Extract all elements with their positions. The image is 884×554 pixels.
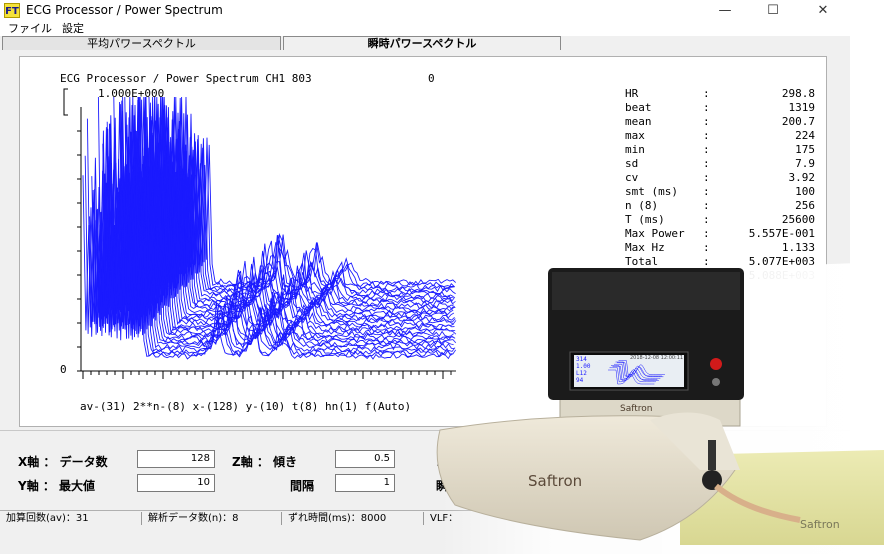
x-axis-label: X軸 ： データ数 [18,455,108,469]
plot-header-value: 0 [428,72,435,85]
stats-colon: : [703,241,710,254]
cut-label-1: 1ペ [436,455,457,469]
stats-value: 256 [795,199,815,212]
device-screen-readout: 314 1.00 L12 94 [576,356,591,384]
spectrum-plot-area: ECG Processor / Power Spectrum CH1 803 0… [19,56,827,427]
spectrum-waves [82,96,457,360]
app-icon: FT [4,3,20,18]
stats-label: 0.02-0.20 [625,269,685,282]
stats-row: Total: 5.077E+003 [625,255,815,269]
stats-row: Max Hz: 1.133 [625,241,815,255]
stats-label: max [625,129,645,142]
stats-row: T (ms): 25600 [625,213,815,227]
title-bar: FT ECG Processor / Power Spectrum — ☐ ✕ [0,0,850,22]
status-vlf: VLF： [430,513,459,524]
stats-value: 175 [795,143,815,156]
stats-colon: : [703,87,710,100]
z-axis-label: Z軸 ： 傾き [232,455,298,469]
y-zero-label: 0 [60,363,67,376]
device-brand-label: Saftron [620,404,653,414]
stats-label: cv [625,171,639,184]
stats-row: beat: 1319 [625,101,815,115]
stats-colon: : [703,213,710,226]
stats-value: 25600 [781,213,815,226]
status-bar: 加算回数(av)：31 解析データ数(n)：8 ずれ時間(ms)：8000 VL… [0,510,850,526]
cut-label-2: 瞬 [436,479,449,493]
control-panel: X軸 ： データ数 128 Y軸 ： 最大値 10 Z軸 ： 傾き 0.5 間隔… [0,430,850,511]
x-axis-data-count-input[interactable]: 128 [137,450,215,468]
plot-scale-label: 1.000E+000 [98,87,165,100]
stats-colon: : [703,101,710,114]
scale-bracket [63,88,68,116]
stats-value: 200.7 [781,115,815,128]
stats-value: 100 [795,185,815,198]
stats-label: smt (ms) [625,185,678,198]
stats-row: HR: 298.8 [625,87,815,101]
y-axis-ticks [77,130,81,372]
stats-colon: : [703,129,710,142]
stats-label: HR [625,87,639,100]
plot-footer: av-(31) 2**n-(8) x-(128) y-(10) t(8) hn(… [80,400,412,413]
menu-bar: ファイル 設定 [0,22,850,36]
stats-label: sd [625,157,639,170]
stats-label: n (8) [625,199,659,212]
tab-average-power-spectrum[interactable]: 平均パワースペクトル [2,36,281,50]
interval-input[interactable]: 1 [335,474,395,492]
stats-colon: : [703,269,710,282]
app-window: FT ECG Processor / Power Spectrum — ☐ ✕ … [0,0,850,554]
window-title: ECG Processor / Power Spectrum [26,3,223,17]
stats-colon: : [703,255,710,268]
stats-colon: : [703,185,710,198]
menu-settings[interactable]: 設定 [62,22,84,36]
y-axis-max-input[interactable]: 10 [137,474,215,492]
stats-value: 224 [795,129,815,142]
maximize-button[interactable]: ☐ [750,0,796,22]
stats-row: min: 175 [625,143,815,157]
stats-label: T (ms) [625,213,665,226]
stats-row: smt (ms): 100 [625,185,815,199]
stats-row: 0.02-0.20: 5.088E+003 [625,269,815,283]
x-axis-ticks [82,371,452,379]
stats-value: 1319 [788,101,816,114]
menu-file[interactable]: ファイル [8,22,52,36]
stats-label: Max Power [625,227,685,240]
stats-colon: : [703,115,710,128]
y-axis-label: Y軸 ： 最大値 [18,479,96,493]
base-brand-label: Saftron [800,518,840,531]
device-screen-header: 2018-12-08 12:00:11 [630,355,684,361]
stats-row: n (8): 256 [625,199,815,213]
status-analysis-data-count: 解析データ数(n)：8 [144,512,282,525]
stats-colon: : [703,171,710,184]
stats-value: 5.557E-001 [748,227,815,240]
stats-row: Max Power: 5.557E-001 [625,227,815,241]
stats-value: 1.133 [781,241,815,254]
stats-label: beat [625,101,652,114]
stats-colon: : [703,199,710,212]
stats-row: mean: 200.7 [625,115,815,129]
stats-value: 298.8 [781,87,815,100]
stats-row: sd: 7.9 [625,157,815,171]
stats-value: 5.088E+003 [748,269,815,282]
tab-instant-power-spectrum[interactable]: 瞬時パワースペクトル [283,36,561,50]
stats-colon: : [703,227,710,240]
stats-row: max: 224 [625,129,815,143]
interval-label: 間隔 [290,479,315,493]
stats-label: Max Hz [625,241,665,254]
plot-header: ECG Processor / Power Spectrum CH1 803 [60,72,312,85]
minimize-button[interactable]: — [702,0,748,22]
stats-value: 5.077E+003 [748,255,815,268]
stats-row: cv: 3.92 [625,171,815,185]
status-average-count: 加算回数(av)：31 [2,512,142,525]
stats-label: mean [625,115,652,128]
stats-label: Total [625,255,659,268]
stats-value: 3.92 [788,171,816,184]
status-shift-time: ずれ時間(ms)：8000 [284,512,424,525]
z-axis-tilt-input[interactable]: 0.5 [335,450,395,468]
stats-label: min [625,143,645,156]
close-button[interactable]: ✕ [800,0,846,22]
stats-colon: : [703,157,710,170]
bag-brand-label: Saftron [528,472,583,490]
stats-value: 7.9 [795,157,815,170]
stats-colon: : [703,143,710,156]
